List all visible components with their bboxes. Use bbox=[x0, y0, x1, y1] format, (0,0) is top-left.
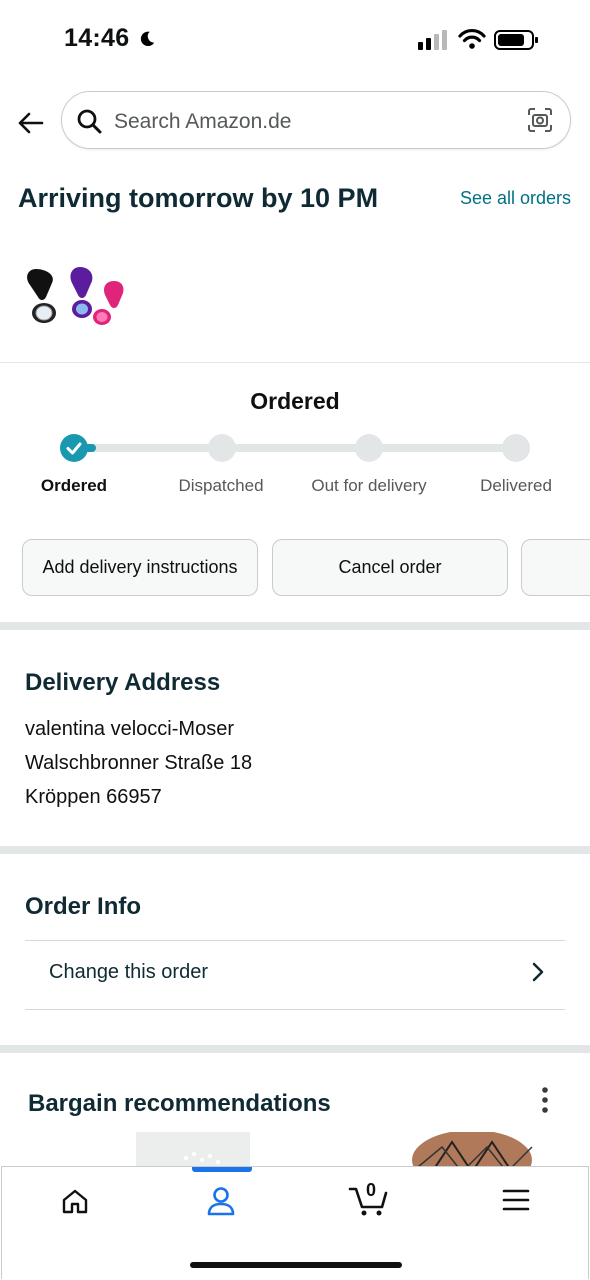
see-all-orders-link[interactable]: See all orders bbox=[460, 188, 571, 209]
check-icon bbox=[60, 434, 88, 462]
product-thumbnail[interactable] bbox=[22, 265, 128, 327]
address-street: Walschbronner Straße 18 bbox=[25, 752, 253, 774]
step-label-out-for-delivery: Out for delivery bbox=[311, 476, 427, 495]
home-indicator bbox=[190, 1262, 402, 1268]
wifi-icon bbox=[458, 29, 486, 49]
home-icon[interactable] bbox=[60, 1186, 90, 1216]
bargain-recommendations-title: Bargain recommendations bbox=[28, 1090, 331, 1117]
order-status-title: Ordered bbox=[250, 388, 340, 414]
battery-icon bbox=[494, 30, 538, 50]
search-icon bbox=[77, 109, 102, 134]
search-bar[interactable]: Search Amazon.de bbox=[61, 91, 571, 149]
moon-icon bbox=[140, 31, 155, 47]
cart-count: 0 bbox=[365, 1180, 376, 1200]
section-divider bbox=[0, 622, 590, 630]
step-label-ordered: Ordered bbox=[40, 476, 108, 495]
add-delivery-instructions-button[interactable]: Add delivery instructions bbox=[22, 539, 258, 596]
menu-icon[interactable] bbox=[502, 1188, 530, 1212]
cancel-order-button[interactable]: Cancel order bbox=[272, 539, 508, 596]
section-divider bbox=[0, 362, 590, 363]
step-label-dispatched: Dispatched bbox=[178, 476, 264, 495]
step-label-delivered: Delivered bbox=[480, 476, 552, 495]
progress-track bbox=[74, 444, 516, 452]
row-divider bbox=[25, 1009, 565, 1010]
order-info-title: Order Info bbox=[25, 893, 142, 920]
delivery-address-title: Delivery Address bbox=[25, 669, 221, 696]
progress-dot-out-for-delivery bbox=[355, 434, 383, 462]
cellular-signal-icon bbox=[418, 30, 447, 50]
active-tab-indicator bbox=[192, 1167, 252, 1172]
change-order-link[interactable]: Change this order bbox=[49, 961, 208, 984]
arrival-heading: Arriving tomorrow by 10 PM bbox=[18, 183, 379, 213]
progress-dot-dispatched bbox=[208, 434, 236, 462]
camera-scan-icon[interactable] bbox=[526, 106, 554, 134]
search-placeholder[interactable]: Search Amazon.de bbox=[114, 110, 291, 134]
account-icon[interactable] bbox=[206, 1185, 236, 1217]
row-divider bbox=[25, 940, 565, 941]
more-action-button[interactable] bbox=[521, 539, 590, 596]
section-divider bbox=[0, 846, 590, 854]
section-divider bbox=[0, 1045, 590, 1053]
more-options-icon[interactable] bbox=[536, 1086, 554, 1114]
chevron-right-icon[interactable] bbox=[530, 962, 546, 982]
back-arrow-icon[interactable] bbox=[16, 108, 46, 138]
address-city: Kröppen 66957 bbox=[25, 786, 162, 808]
address-name: valentina velocci-Moser bbox=[25, 718, 234, 740]
status-time: 14:46 bbox=[64, 24, 130, 52]
progress-dot-delivered bbox=[502, 434, 530, 462]
